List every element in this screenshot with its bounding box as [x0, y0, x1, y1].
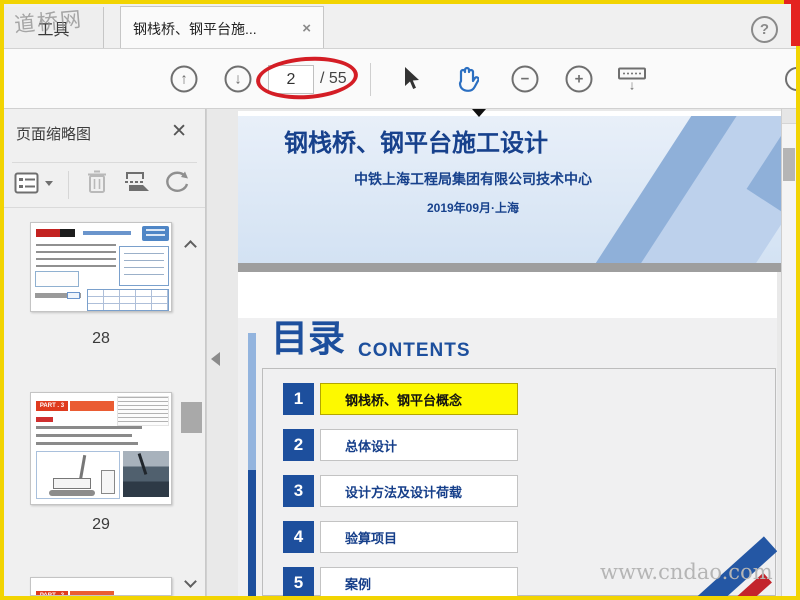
scroll-down-icon[interactable]: [184, 575, 197, 588]
plus-icon: +: [565, 65, 593, 92]
thumb28-diagram: [119, 246, 169, 286]
toc-heading-cn: 目录: [271, 318, 345, 359]
panel-title: 页面缩略图: [16, 126, 92, 143]
delete-pages-button[interactable]: [86, 169, 108, 195]
options-icon: [14, 172, 39, 194]
arrow-down-icon: ↓: [224, 65, 252, 92]
hand-icon: [458, 66, 479, 92]
toc-item-3-number: 3: [283, 475, 314, 507]
collapse-panel-icon[interactable]: [211, 352, 220, 366]
red-corner-marker: [791, 0, 800, 46]
pdf-page-1[interactable]: 钢栈桥、钢平台施工设计 中铁上海工程局集团有限公司技术中心 2019年09月·上…: [238, 111, 782, 263]
toc-item-1-number: 1: [283, 383, 314, 415]
thumbnail-options-button[interactable]: [14, 171, 53, 195]
scroll-up-icon[interactable]: [184, 240, 197, 253]
page-position-marker: [472, 109, 486, 117]
slide1-organization: 中铁上海工程局集团有限公司技术中心: [354, 171, 592, 187]
thumb28-blue-title: [83, 231, 131, 235]
toc-heading-en: CONTENTS: [358, 340, 471, 361]
previous-page-button[interactable]: ↑: [170, 65, 198, 92]
tab-tools-label: 工具: [37, 21, 70, 39]
thumbnail-page-30-partial[interactable]: PART . 3: [30, 577, 172, 596]
toc-item-3: 设计方法及设计荷载: [320, 475, 518, 507]
sidebar-scrollbar-thumb[interactable]: [181, 402, 202, 433]
toc-item-4: 验算项目: [320, 521, 518, 553]
slide1-date: 2019年09月·上海: [426, 201, 520, 215]
cursor-icon: [405, 66, 419, 89]
slide1-top-margin: [238, 111, 782, 116]
thumb29-red-label: [36, 417, 53, 422]
trash-icon: [88, 170, 106, 193]
pdf-page-2[interactable]: 目录 CONTENTS 1 钢栈桥、钢平台概念 2 总体设计 3 设计方法及设计…: [238, 272, 777, 596]
panel-divider: [4, 207, 205, 208]
thumb28-table: [87, 289, 169, 311]
thumbnail-label-28: 28: [92, 330, 110, 347]
main-toolbar: ↑ ↓ 2 / 55 − + ↓: [4, 49, 796, 109]
toc-item-5-number: 5: [283, 567, 314, 596]
thumb29-text-line: [36, 434, 132, 437]
panel-close-icon[interactable]: ✕: [171, 120, 187, 143]
panel-gutter: [206, 109, 223, 596]
insert-page-icon: [125, 172, 149, 191]
thumb29-site-photo: [123, 451, 169, 497]
thumbnail-page-28[interactable]: [30, 222, 172, 312]
slide2-accent-bar-light: [248, 333, 256, 470]
thumbnail-label-29: 29: [92, 516, 110, 533]
thumb30-title-bar: [70, 591, 114, 595]
document-scrollbar-thumb[interactable]: [783, 148, 795, 181]
thumb28-red-header: [36, 229, 60, 237]
document-tab-title: 钢栈桥、钢平台施...: [133, 20, 257, 37]
thumbnail-toolbar: [4, 163, 205, 207]
toc-item-2: 总体设计: [320, 429, 518, 461]
thumbnail-page-29[interactable]: PART . 3: [30, 392, 172, 505]
tab-bar: 工具 道桥网 钢栈桥、钢平台施... × ?: [4, 4, 796, 50]
zoom-in-button[interactable]: +: [565, 65, 593, 92]
thumb29-text-line: [36, 442, 138, 445]
close-icon[interactable]: ×: [302, 20, 311, 37]
thumb28-blue-button: [142, 226, 169, 241]
page-display-button[interactable]: ↓: [618, 67, 646, 91]
rotate-pages-button[interactable]: [162, 169, 190, 195]
document-scrollbar[interactable]: [781, 109, 796, 596]
thumb28-text-lines: [36, 244, 116, 269]
slide1-title: 钢栈桥、钢平台施工设计: [284, 130, 548, 157]
thumbnail-toolbar-separator: [68, 171, 69, 199]
toc-item-4-number: 4: [283, 521, 314, 553]
thumb28-black-header: [60, 229, 75, 237]
thumb29-text-block: [117, 396, 169, 426]
rotate-icon: [166, 171, 189, 192]
slide2-accent-bar-dark: [248, 470, 256, 596]
site-watermark: www.cndao.com: [600, 560, 773, 584]
thumb29-text-line: [36, 426, 142, 429]
help-icon[interactable]: ?: [751, 16, 778, 43]
page-display-icon: ↓: [618, 67, 646, 91]
page-separator-bar: [238, 263, 782, 272]
zoom-out-button[interactable]: −: [511, 65, 539, 92]
toc-item-5: 案例: [320, 567, 518, 596]
thumb29-crane-drawing: [36, 451, 120, 499]
thumb29-title-bar: [70, 401, 114, 411]
document-view: 钢栈桥、钢平台施工设计 中铁上海工程局集团有限公司技术中心 2019年09月·上…: [223, 109, 796, 596]
thumb28-formula-box: [35, 271, 79, 287]
next-page-button[interactable]: ↓: [224, 65, 252, 92]
acrobat-window: 工具 道桥网 钢栈桥、钢平台施... × ? ↑ ↓ 2 / 55 − + ↓ …: [0, 0, 800, 600]
arrow-up-icon: ↑: [170, 65, 198, 92]
insert-pages-button[interactable]: [124, 169, 152, 195]
hand-tool-button[interactable]: [453, 65, 479, 93]
document-scrollbar-top: [782, 109, 796, 124]
select-tool-button[interactable]: [403, 66, 421, 91]
tab-document[interactable]: 钢栈桥、钢平台施... ×: [120, 6, 324, 50]
thumb30-part-badge: PART . 3: [36, 591, 68, 595]
minus-icon: −: [511, 65, 539, 92]
toc-item-2-number: 2: [283, 429, 314, 461]
thumb29-part-badge: PART . 3: [36, 401, 68, 411]
tab-tools[interactable]: 工具: [4, 7, 104, 49]
toolbar-separator: [370, 63, 371, 96]
thumbnails-panel: 页面缩略图 ✕ 28 PART . 3 29 PART . 3: [4, 109, 206, 596]
chevron-down-icon: [45, 180, 53, 186]
red-corner-marker-top: [784, 0, 800, 4]
toc-item-1: 钢栈桥、钢平台概念: [320, 383, 518, 415]
clipped-tool-icon[interactable]: [785, 67, 796, 91]
thumb28-highlight-chip: [67, 292, 80, 299]
